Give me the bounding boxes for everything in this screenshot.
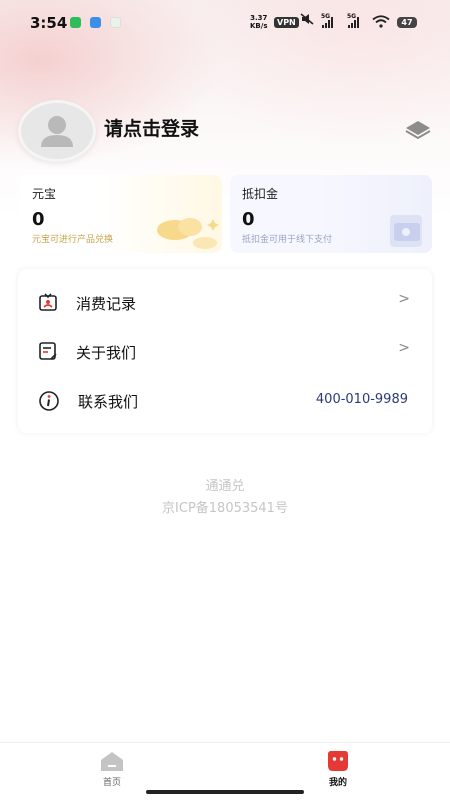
home-indicator[interactable] (146, 790, 304, 794)
yuanbao-value: 0 (32, 209, 45, 230)
avatar[interactable] (18, 100, 96, 162)
menu-card: 消费记录 > 关于我们 > 联系我们 400-010-9989 (18, 269, 432, 433)
home-icon (101, 752, 123, 771)
signal-icon-sim1: 5G (321, 13, 333, 28)
info-icon (38, 390, 60, 416)
receipt-icon (38, 292, 58, 316)
brand-name: 通通兑 (205, 479, 245, 494)
chat-app-icon (70, 17, 81, 28)
vpn-badge: VPN (274, 17, 299, 28)
menu-item-label: 联系我们 (78, 393, 139, 411)
default-avatar-icon (41, 116, 73, 147)
mute-icon (300, 13, 314, 28)
wifi-icon (372, 15, 390, 31)
yuanbao-title: 元宝 (32, 187, 57, 201)
tab-home[interactable]: 首页 (82, 747, 142, 788)
contact-phone[interactable]: 400-010-9989 (316, 392, 408, 407)
menu-item-contact-us[interactable]: 联系我们 400-010-9989 (18, 378, 432, 422)
dikoujin-card[interactable]: 抵扣金 0 抵扣金可用于线下支付 (230, 175, 432, 253)
menu-item-about-us[interactable]: 关于我们 > (18, 329, 432, 373)
menu-item-consumption-records[interactable]: 消费记录 > (18, 280, 432, 324)
status-time: 3:54 (30, 14, 68, 32)
cloud-coin-icon (157, 218, 219, 249)
dikoujin-value: 0 (242, 209, 255, 230)
battery-indicator: 47 (397, 17, 417, 28)
login-prompt[interactable]: 请点击登录 (104, 114, 199, 141)
tab-mine[interactable]: 我的 (308, 747, 368, 788)
chevron-right-icon: > (398, 291, 410, 307)
menu-item-label: 关于我们 (76, 344, 137, 362)
dikoujin-title: 抵扣金 (242, 187, 279, 201)
icp-number[interactable]: 京ICP备18053541号 (0, 497, 450, 516)
document-icon (38, 341, 58, 365)
tab-label: 首页 (102, 778, 121, 788)
notification-app-icon (110, 17, 121, 28)
diamond-icon[interactable] (404, 120, 432, 144)
status-bar: 3:54 3.37 KB/s VPN 5G 5G 47 (0, 0, 450, 44)
profile-face-icon (328, 751, 348, 771)
wallet-icon (390, 215, 422, 247)
dikoujin-desc: 抵扣金可用于线下支付 (242, 235, 333, 245)
menu-item-label: 消费记录 (76, 295, 137, 313)
signal-icon-sim2: 5G (347, 13, 359, 28)
yuanbao-card[interactable]: 元宝 0 元宝可进行产品兑换 (20, 175, 222, 253)
network-speed: 3.37 KB/s (250, 14, 268, 30)
chevron-right-icon: > (398, 340, 410, 356)
cloud-app-icon (90, 17, 101, 28)
tab-label: 我的 (328, 778, 347, 788)
yuanbao-desc: 元宝可进行产品兑换 (32, 235, 114, 245)
